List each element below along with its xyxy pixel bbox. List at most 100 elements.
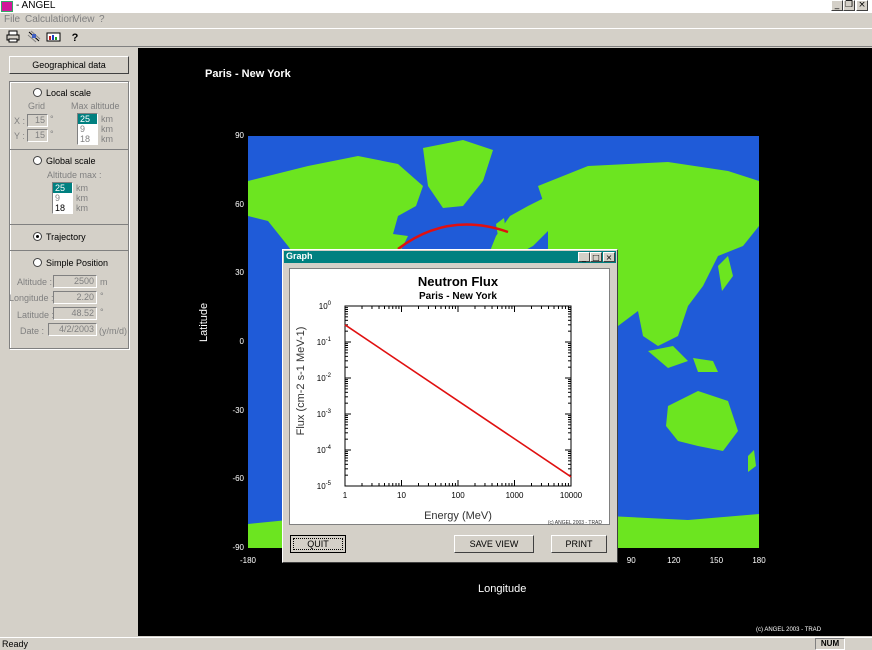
list-item[interactable]: 18 (78, 134, 97, 144)
x-tick-label: 10 (397, 491, 406, 500)
flux-series-line (344, 324, 572, 478)
route-title: Paris - New York (205, 68, 291, 80)
date-field[interactable]: 4/2/2003 (48, 323, 97, 336)
satellite-icon[interactable] (25, 30, 43, 46)
close-button[interactable]: × (856, 0, 868, 11)
x-tick-label: 1000 (506, 491, 524, 500)
graph-title-bar[interactable] (284, 251, 616, 263)
app-logo-icon (1, 1, 13, 12)
printer-icon[interactable] (4, 30, 22, 46)
chart-copyright: (c) ANGEL 2003 - TRAD (548, 520, 603, 526)
list-item[interactable]: 9 (53, 193, 72, 203)
lat-tick-label: 60 (235, 199, 244, 209)
divider (9, 224, 129, 225)
max-altitude-label: Max altitude (71, 101, 120, 111)
print-button[interactable]: PRINT (551, 535, 607, 553)
quit-button[interactable]: QUIT (290, 535, 346, 553)
simple-position-label: Simple Position (46, 258, 109, 268)
list-item[interactable]: 9 (78, 124, 97, 134)
altitude-unit: m (100, 277, 108, 287)
toolbar (0, 28, 872, 47)
list-item[interactable]: 25 (53, 183, 72, 193)
global-scale-label: Global scale (46, 156, 96, 166)
menu-bar (0, 13, 872, 27)
title-bar (0, 0, 872, 13)
altitude-field[interactable]: 2500 (53, 275, 97, 288)
lon-tick-label: 90 (626, 556, 636, 565)
y-axis-label: Flux (cm-2 s-1 MeV-1) (295, 327, 307, 436)
graph-close-button[interactable]: × (603, 252, 615, 262)
restore-button[interactable]: ❐ (843, 0, 855, 11)
minimize-button[interactable]: _ (831, 0, 843, 11)
map-copyright: (c) ANGEL 2003 - TRAD (756, 627, 822, 633)
latitude-axis-label: Latitude (198, 302, 210, 342)
chart-title: Neutron Flux (418, 274, 499, 289)
km-unit: km (76, 193, 88, 203)
neutron-flux-chart: Neutron Flux Paris - New York 1 10 100 1000… (295, 274, 603, 526)
local-scale-label: Local scale (46, 88, 92, 98)
save-view-button[interactable]: SAVE VIEW (454, 535, 534, 553)
y-tick-label: 10-1 (317, 337, 332, 347)
grid-label: Grid (28, 101, 46, 111)
global-scale-radio[interactable] (33, 156, 42, 165)
lat-tick-label: -30 (232, 405, 244, 415)
trajectory-label: Trajectory (46, 232, 86, 242)
date-unit: (y/m/d) (99, 326, 127, 336)
menu-file[interactable]: File (4, 14, 20, 25)
status-bar (0, 637, 872, 650)
lon-tick-label: -180 (239, 556, 256, 565)
series-group (344, 324, 572, 478)
graph-minimize-button[interactable]: _ (578, 252, 590, 262)
graph-maximize-button[interactable]: □ (590, 252, 602, 262)
latitude-unit: ° (100, 307, 104, 317)
grid-x-label: X : (14, 116, 26, 126)
trajectory-radio[interactable] (33, 232, 42, 241)
flight-route (397, 223, 509, 250)
plot-frame (344, 305, 572, 487)
menu-help[interactable]: ? (99, 14, 105, 25)
grid-y-label: Y : (14, 131, 25, 141)
graph-window-title: Graph (286, 251, 313, 261)
latitude-label: Latitude : (17, 310, 55, 320)
longitude-field[interactable]: 2.20 (53, 291, 97, 304)
menu-view[interactable]: View (73, 14, 95, 25)
longitude-label: Longitude : (9, 293, 54, 303)
lat-tick-label: -90 (232, 543, 244, 552)
lat-tick-label: -60 (232, 474, 244, 484)
window-title: - ANGEL (16, 0, 56, 11)
grid-y-unit: ° (50, 129, 54, 139)
global-altitude-list[interactable]: 25 9 18 (52, 182, 73, 214)
lat-tick-label: 0 (239, 337, 244, 346)
lon-tick-label: 150 (709, 556, 724, 565)
geographical-data-button[interactable]: Geographical data (9, 56, 129, 74)
grid-y-field[interactable]: 15 (27, 129, 48, 142)
km-unit: km (101, 134, 113, 144)
grid-x-field[interactable]: 15 (27, 114, 48, 127)
latitude-field[interactable]: 48.52 (53, 307, 97, 320)
x-axis-label: Energy (MeV) (424, 510, 492, 522)
list-item[interactable]: 18 (53, 203, 72, 213)
help-icon[interactable]: ? (66, 30, 84, 46)
altitude-label: Altitude : (17, 277, 53, 287)
x-axis-ticks: 1 10 100 1000 10000 (343, 306, 583, 500)
y-tick-label: 10-2 (317, 373, 332, 383)
simple-position-radio[interactable] (33, 258, 42, 267)
local-altitude-list[interactable]: 25 9 18 (77, 113, 98, 145)
lon-tick-label: 180 (752, 556, 766, 565)
grid-x-unit: ° (50, 114, 54, 124)
chart-subtitle: Paris - New York (419, 291, 497, 302)
local-scale-radio[interactable] (33, 88, 42, 97)
divider (9, 250, 129, 251)
chart-icon[interactable] (44, 30, 62, 46)
divider (9, 149, 129, 150)
list-item[interactable]: 25 (78, 114, 97, 124)
num-lock-indicator: NUM (815, 638, 845, 650)
km-unit: km (101, 124, 113, 134)
y-tick-label: 10-3 (317, 409, 332, 419)
y-tick-label: 100 (319, 301, 332, 311)
date-label: Date : (20, 326, 45, 336)
km-unit: km (76, 183, 88, 193)
status-text: Ready (2, 639, 29, 649)
menu-calculation[interactable]: Calculation (25, 14, 74, 25)
x-tick-label: 100 (451, 491, 465, 500)
